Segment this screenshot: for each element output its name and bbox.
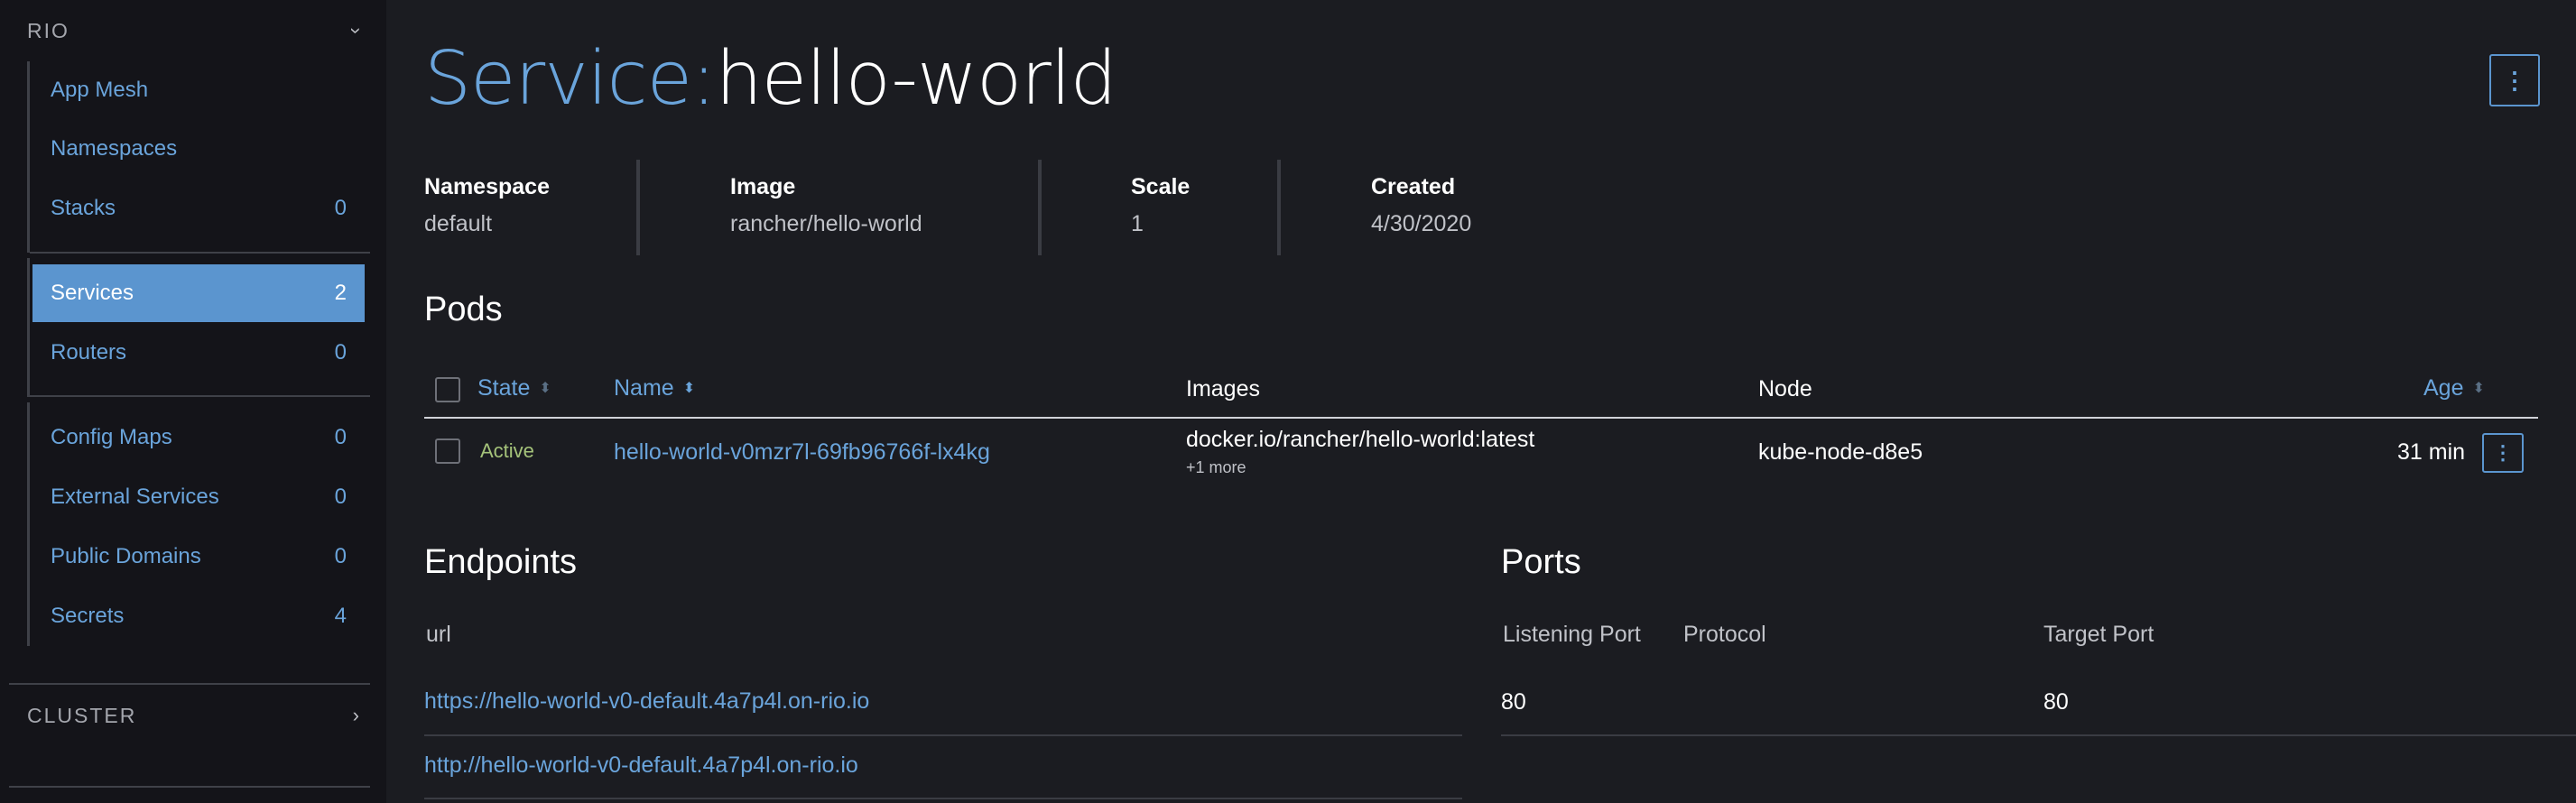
sidebar-item-label: Namespaces bbox=[51, 136, 178, 161]
chevron-right-icon: › bbox=[352, 704, 359, 726]
pod-state: Active bbox=[480, 439, 534, 462]
sidebar-item-app-mesh[interactable]: App Mesh bbox=[32, 61, 365, 119]
sidebar-item-label: Stacks bbox=[51, 196, 116, 220]
sort-icon: ⬍ bbox=[682, 380, 696, 396]
detail-label: Created bbox=[1371, 174, 1456, 199]
sidebar-item-count: 0 bbox=[334, 340, 347, 365]
kebab-menu-icon: ⋮ bbox=[2493, 441, 2513, 464]
column-header-label: Name bbox=[614, 375, 674, 401]
pod-image-more: +1 more bbox=[1186, 458, 1246, 476]
sidebar-item-count: 2 bbox=[334, 281, 347, 305]
port-target: 80 bbox=[2043, 689, 2069, 715]
sidebar-item-namespaces[interactable]: Namespaces bbox=[32, 120, 365, 178]
nav-rail bbox=[27, 258, 30, 397]
endpoints-column-url: url bbox=[426, 622, 451, 647]
detail-label: Namespace bbox=[424, 174, 550, 199]
detail-separator bbox=[636, 160, 640, 255]
column-header-node: Node bbox=[1758, 376, 1812, 402]
service-actions-button[interactable]: ⋮ bbox=[2489, 54, 2540, 106]
sidebar-item-secrets[interactable]: Secrets 4 bbox=[32, 587, 365, 645]
pod-actions-button[interactable]: ⋮ bbox=[2482, 433, 2524, 473]
sidebar-item-services[interactable]: Services 2 bbox=[32, 264, 365, 322]
chevron-down-icon: › bbox=[345, 27, 368, 34]
page-title-name: hello-world bbox=[715, 36, 1117, 122]
kebab-menu-icon: ⋮ bbox=[2503, 66, 2526, 94]
column-header-age[interactable]: Age ⬍ bbox=[2423, 375, 2485, 402]
page-title-prefix: Service: bbox=[424, 36, 717, 122]
detail-separator bbox=[1038, 160, 1042, 255]
sidebar-item-count: 0 bbox=[334, 485, 347, 509]
select-all-checkbox[interactable] bbox=[435, 377, 460, 402]
sidebar-item-label: Routers bbox=[51, 340, 127, 365]
cluster-divider bbox=[9, 786, 370, 788]
pod-name-link[interactable]: hello-world-v0mzr7l-69fb96766f-lx4kg bbox=[614, 439, 990, 466]
pod-image: docker.io/rancher/hello-world:latest bbox=[1186, 427, 1535, 452]
detail-label: Scale bbox=[1131, 174, 1191, 199]
nav-divider bbox=[30, 252, 370, 254]
sidebar-item-routers[interactable]: Routers 0 bbox=[32, 324, 365, 382]
cluster-divider bbox=[9, 683, 370, 685]
sidebar-item-count: 0 bbox=[334, 196, 347, 220]
row-divider bbox=[424, 734, 1462, 736]
sidebar-item-external-services[interactable]: External Services 0 bbox=[32, 468, 365, 526]
detail-image: Image rancher/hello-world bbox=[730, 174, 922, 237]
sidebar-item-label: App Mesh bbox=[51, 78, 149, 102]
sidebar-item-config-maps[interactable]: Config Maps 0 bbox=[32, 409, 365, 466]
sidebar-item-label: Config Maps bbox=[51, 425, 172, 449]
detail-value: default bbox=[424, 211, 493, 236]
sidebar-item-label: External Services bbox=[51, 485, 219, 509]
sort-icon: ⬍ bbox=[2472, 380, 2485, 396]
app-window: RIO › App Mesh Namespaces Stacks 0 Servi… bbox=[0, 0, 2576, 803]
column-header-label: Node bbox=[1758, 376, 1812, 402]
ports-column-target: Target Port bbox=[2043, 622, 2154, 647]
nav-rail bbox=[27, 402, 30, 646]
sidebar-item-count: 0 bbox=[334, 425, 347, 449]
sidebar-item-public-domains[interactable]: Public Domains 0 bbox=[32, 528, 365, 586]
endpoint-link[interactable]: http://hello-world-v0-default.4a7p4l.on-… bbox=[424, 752, 858, 779]
sidebar-item-label: Services bbox=[51, 281, 134, 305]
detail-scale: Scale 1 bbox=[1131, 174, 1190, 237]
detail-label: Image bbox=[730, 174, 796, 199]
detail-namespace: Namespace default bbox=[424, 174, 550, 237]
column-header-label: Age bbox=[2423, 375, 2464, 401]
sidebar-item-label: Public Domains bbox=[51, 544, 201, 568]
cluster-group-label: CLUSTER bbox=[27, 703, 137, 727]
port-listening: 80 bbox=[1501, 689, 1526, 715]
row-checkbox[interactable] bbox=[435, 438, 460, 464]
detail-separator bbox=[1277, 160, 1281, 255]
nav-divider bbox=[30, 395, 370, 397]
ports-column-listening: Listening Port bbox=[1503, 622, 1641, 647]
column-header-label: Images bbox=[1186, 376, 1260, 402]
column-header-state[interactable]: State ⬍ bbox=[477, 375, 551, 402]
endpoints-title: Endpoints bbox=[424, 543, 578, 581]
page-title: Service:hello-world bbox=[424, 36, 1117, 122]
detail-value: 1 bbox=[1131, 211, 1144, 236]
table-header-divider bbox=[424, 417, 2538, 419]
sidebar-item-count: 0 bbox=[334, 544, 347, 568]
ports-title: Ports bbox=[1501, 543, 1581, 581]
rio-group-label: RIO bbox=[27, 18, 69, 42]
main-content: Service:hello-world ⋮ Namespace default … bbox=[386, 0, 2576, 803]
rio-group-header[interactable]: RIO › bbox=[27, 13, 367, 49]
sidebar: RIO › App Mesh Namespaces Stacks 0 Servi… bbox=[0, 0, 386, 803]
cluster-group-header[interactable]: CLUSTER › bbox=[27, 697, 359, 734]
row-divider bbox=[424, 798, 1462, 799]
detail-value: 4/30/2020 bbox=[1371, 211, 1472, 236]
sidebar-item-label: Secrets bbox=[51, 604, 125, 628]
endpoint-link[interactable]: https://hello-world-v0-default.4a7p4l.on… bbox=[424, 688, 869, 715]
column-header-label: State bbox=[477, 375, 531, 401]
column-header-images: Images bbox=[1186, 376, 1260, 402]
row-divider bbox=[1501, 734, 2576, 736]
pod-node: kube-node-d8e5 bbox=[1758, 439, 1923, 465]
nav-rail bbox=[27, 61, 30, 253]
pod-age: 31 min bbox=[2397, 439, 2466, 465]
sidebar-item-count: 4 bbox=[334, 604, 347, 628]
sort-icon: ⬍ bbox=[539, 380, 551, 396]
sidebar-item-stacks[interactable]: Stacks 0 bbox=[32, 180, 365, 237]
pods-title: Pods bbox=[424, 291, 503, 328]
detail-value: rancher/hello-world bbox=[730, 211, 922, 236]
detail-created: Created 4/30/2020 bbox=[1371, 174, 1471, 237]
ports-column-protocol: Protocol bbox=[1683, 622, 1766, 647]
column-header-name[interactable]: Name ⬍ bbox=[614, 375, 695, 402]
